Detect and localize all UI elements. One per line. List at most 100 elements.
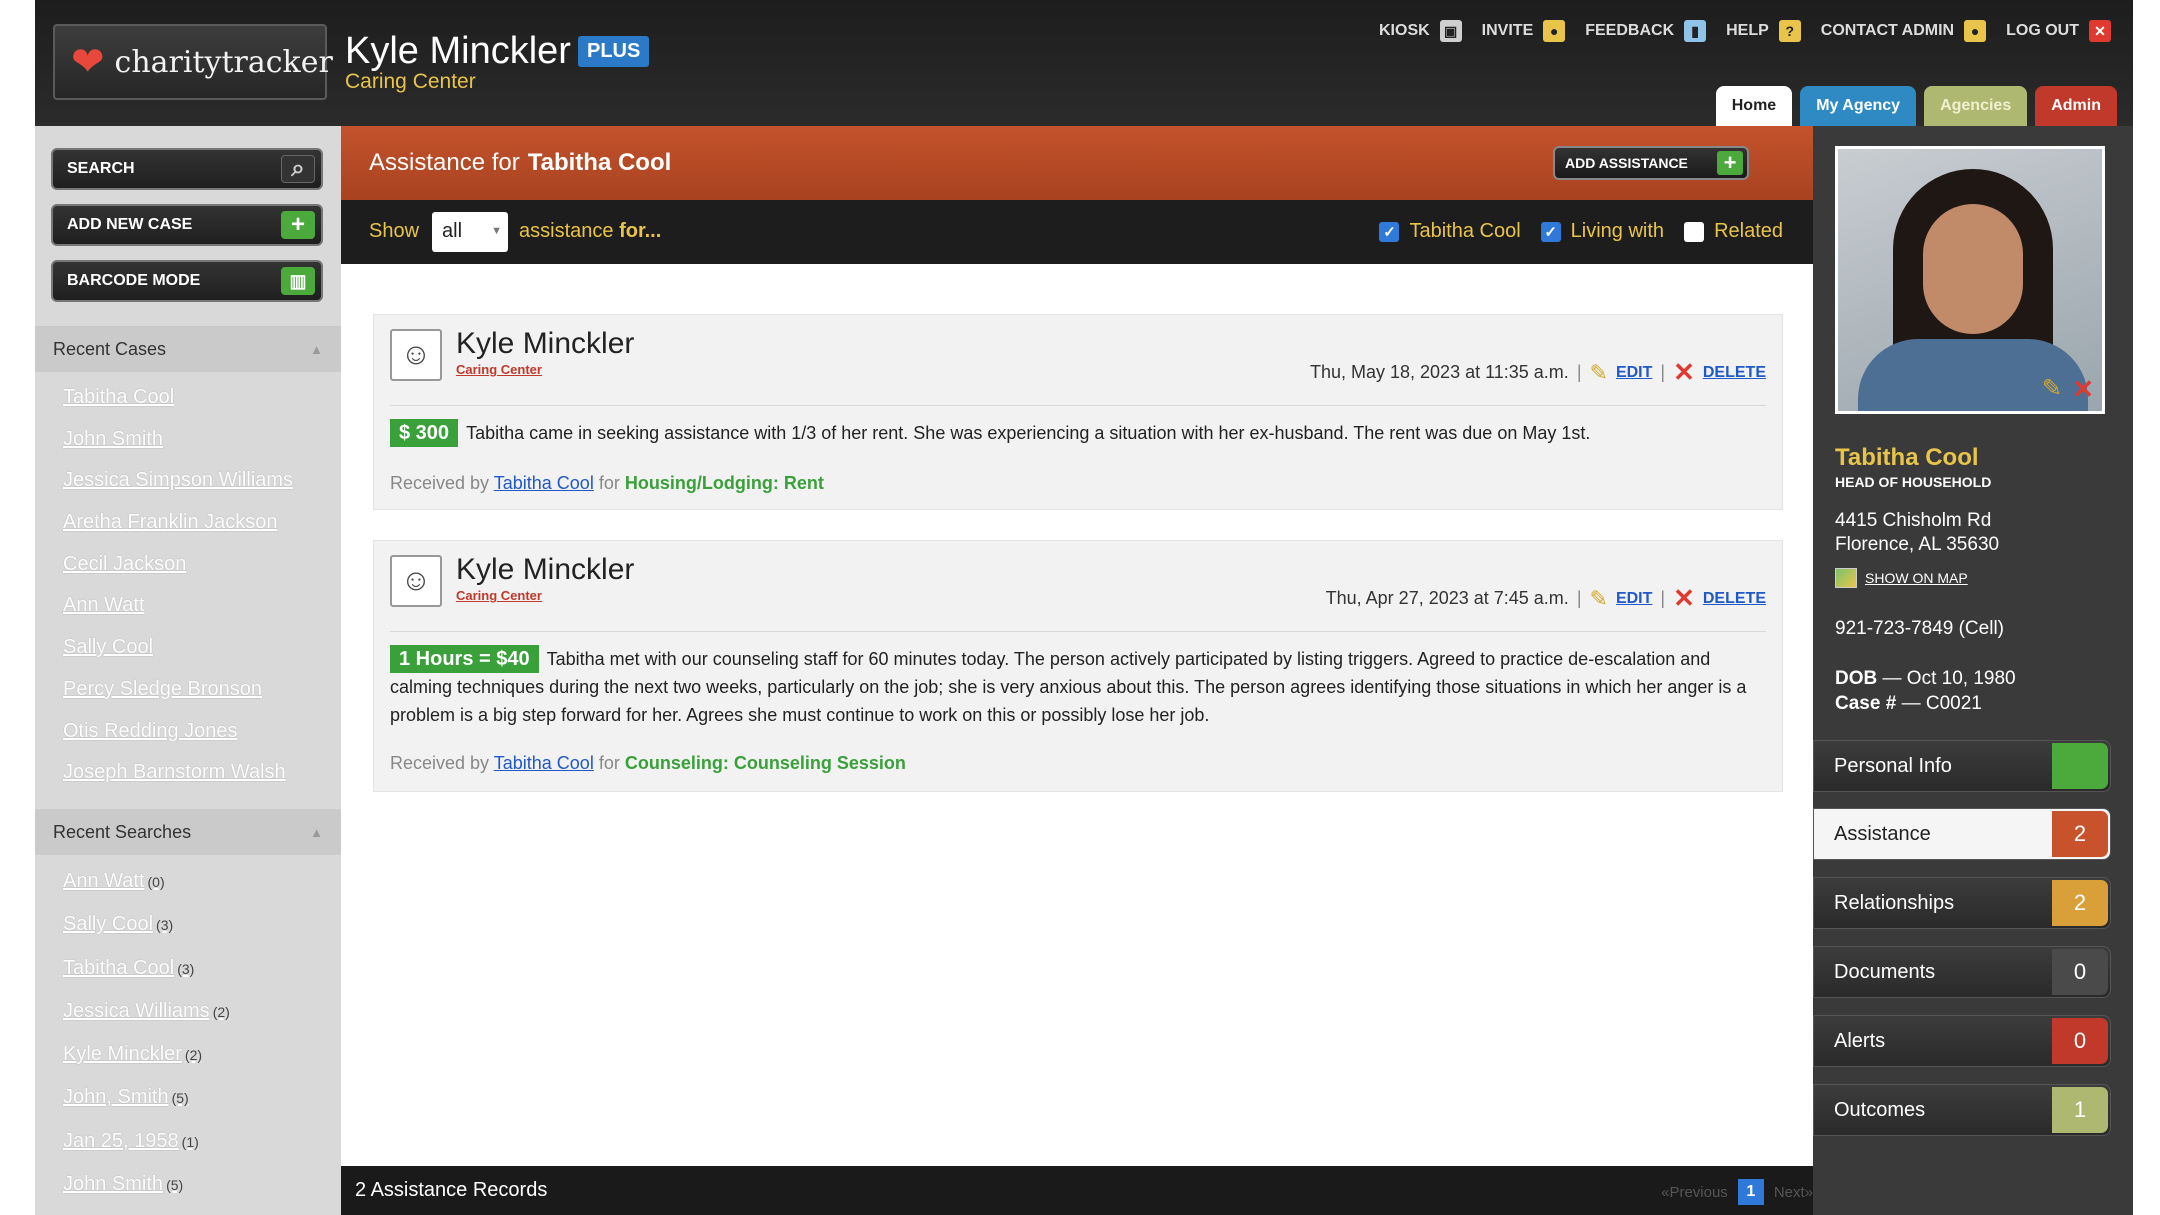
recipient-link[interactable]: Tabitha Cool — [494, 473, 594, 493]
recent-search-item[interactable]: Kyle Minckler (2) — [63, 1033, 230, 1076]
recent-case-item[interactable]: Percy Sledge Bronson — [63, 669, 293, 711]
delete-x-icon[interactable]: ✕ — [1673, 583, 1695, 614]
received-for: for — [598, 753, 620, 773]
record-description: 1 Hours = $40 Tabitha met with our counse… — [390, 645, 1766, 729]
charitytracker-logo[interactable]: ❤ charitytracker — [53, 24, 333, 100]
person-icon: ● — [1964, 20, 1987, 42]
nav-documents[interactable]: Documents 0 — [1813, 946, 2111, 998]
check-related[interactable]: Related — [1684, 220, 1783, 243]
checkbox-checked-icon[interactable]: ✓ — [1540, 221, 1561, 242]
previous-page-link[interactable]: «Previous — [1661, 1184, 1728, 1201]
nav-label: Relationships — [1834, 891, 1955, 914]
pencil-icon[interactable]: ✎ — [2042, 374, 2062, 403]
delete-x-icon[interactable]: ✕ — [1673, 357, 1695, 388]
amount-badge: $ 300 — [390, 419, 459, 447]
tab-admin[interactable]: Admin — [2035, 86, 2117, 126]
kiosk-link[interactable]: KIOSK ▣ — [1379, 20, 1462, 42]
received-for: for — [598, 473, 620, 493]
client-photo: ✎ ✕ — [1835, 146, 2105, 414]
next-page-link[interactable]: Next» — [1774, 1184, 1813, 1201]
recent-search-item[interactable]: John, Smith (5) — [63, 1076, 230, 1119]
recent-search-item[interactable]: Ann Watt (0) — [63, 860, 230, 903]
sidebar: SEARCH ⌕ ADD NEW CASE + BARCODE MODE ▥ R… — [35, 126, 341, 1215]
recent-case-item[interactable]: Sally Cool — [63, 627, 293, 669]
delete-link[interactable]: DELETE — [1703, 364, 1766, 382]
show-on-map-link[interactable]: SHOW ON MAP — [1835, 568, 1968, 588]
invite-link[interactable]: INVITE ● — [1482, 20, 1566, 42]
kiosk-icon: ▣ — [1439, 20, 1462, 42]
recent-case-item[interactable]: Joseph Barnstorm Walsh — [63, 752, 293, 794]
edit-link[interactable]: EDIT — [1616, 590, 1652, 608]
search-button[interactable]: SEARCH ⌕ — [51, 148, 323, 190]
recent-case-item[interactable]: Tabitha Cool — [63, 377, 293, 419]
nav-outcomes[interactable]: Outcomes 1 — [1813, 1084, 2111, 1136]
recent-case-item[interactable]: Jessica Simpson Williams — [63, 460, 293, 502]
record-center-link[interactable]: Caring Center — [456, 362, 542, 377]
logout-link[interactable]: LOG OUT ✕ — [2006, 20, 2111, 42]
nav-assistance[interactable]: Assistance 2 — [1813, 808, 2111, 860]
nav-count-badge: 2 — [2052, 811, 2108, 857]
recent-case-item[interactable]: Aretha Franklin Jackson — [63, 502, 293, 544]
recent-case-item[interactable]: Cecil Jackson — [63, 544, 293, 586]
pencil-icon[interactable]: ✎ — [1590, 586, 1608, 612]
nav-label: Alerts — [1834, 1029, 1886, 1052]
close-icon[interactable]: ✕ — [2072, 374, 2094, 405]
record-text: Tabitha came in seeking assistance with … — [466, 423, 1591, 443]
recent-cases-header[interactable]: Recent Cases ▲ — [35, 326, 341, 372]
received-line: Received by Tabitha Cool for Housing/Lod… — [390, 473, 824, 494]
records-count: 2 Assistance Records — [355, 1179, 548, 1201]
add-new-case-button[interactable]: ADD NEW CASE + — [51, 204, 323, 246]
feedback-link[interactable]: FEEDBACK ▮ — [1585, 20, 1707, 42]
recent-search-item[interactable]: Jan 25, 1958 (1) — [63, 1120, 230, 1163]
search-term: John, Smith — [63, 1086, 169, 1109]
search-term: Tabitha Cool — [63, 956, 175, 979]
nav-personal-info[interactable]: Personal Info — [1813, 740, 2111, 792]
record-description: $ 300 Tabitha came in seeking assistance … — [390, 419, 1766, 447]
client-case-number: Case # — C0021 — [1835, 693, 1982, 715]
header: ❤ charitytracker Kyle Minckler PLUS Cari… — [35, 0, 2133, 126]
feedback-icon: ▮ — [1684, 20, 1707, 42]
collapse-icon: ▲ — [310, 825, 323, 840]
logo-text: charitytracker — [114, 44, 333, 80]
kiosk-label: KIOSK — [1379, 22, 1430, 39]
recent-search-item[interactable]: John Smith (5) — [63, 1163, 230, 1206]
assistance-for-label: assistance for... — [519, 220, 661, 243]
barcode-mode-button[interactable]: BARCODE MODE ▥ — [51, 260, 323, 302]
tab-my-agency[interactable]: My Agency — [1800, 86, 1917, 126]
recent-search-item[interactable]: Sally Cool (3) — [63, 903, 230, 946]
tab-home[interactable]: Home — [1715, 86, 1793, 126]
search-count: (5) — [166, 1177, 184, 1194]
checkbox-empty-icon[interactable] — [1684, 221, 1705, 242]
search-count: (2) — [212, 1003, 230, 1020]
plan-badge: PLUS — [578, 36, 650, 67]
recent-case-item[interactable]: John Smith — [63, 419, 293, 461]
recent-case-item[interactable]: Otis Redding Jones — [63, 711, 293, 753]
main-panel: Assistance for Tabitha Cool ADD ASSISTAN… — [341, 126, 1813, 1215]
map-icon — [1835, 568, 1857, 588]
record-center-link[interactable]: Caring Center — [456, 588, 542, 603]
photo-face — [1923, 204, 2023, 334]
nav-alerts[interactable]: Alerts 0 — [1813, 1015, 2111, 1067]
pencil-icon[interactable]: ✎ — [1590, 360, 1608, 386]
check-living-with[interactable]: ✓ Living with — [1540, 220, 1664, 243]
recent-search-item[interactable]: Tabitha Cool (3) — [63, 947, 230, 990]
tab-agencies[interactable]: Agencies — [1924, 86, 2028, 126]
checkbox-checked-icon[interactable]: ✓ — [1379, 221, 1400, 242]
dob-label: DOB — [1835, 668, 1878, 689]
edit-link[interactable]: EDIT — [1616, 364, 1652, 382]
check-tabitha[interactable]: ✓ Tabitha Cool — [1379, 220, 1521, 243]
divider: | — [1576, 362, 1582, 382]
recent-searches-header[interactable]: Recent Searches ▲ — [35, 809, 341, 855]
help-link[interactable]: HELP? — [1726, 20, 1801, 42]
contact-admin-link[interactable]: CONTACT ADMIN ● — [1821, 20, 1987, 42]
recent-search-item[interactable]: Jessica Williams (2) — [63, 990, 230, 1033]
search-icon: ⌕ — [281, 155, 315, 183]
delete-link[interactable]: DELETE — [1703, 590, 1766, 608]
nav-relationships[interactable]: Relationships 2 — [1813, 877, 2111, 929]
recent-case-item[interactable]: Ann Watt — [63, 585, 293, 627]
show-select[interactable]: all ▼ — [432, 212, 508, 252]
barcode-label: BARCODE MODE — [67, 272, 201, 289]
recipient-link[interactable]: Tabitha Cool — [494, 753, 594, 773]
current-page[interactable]: 1 — [1737, 1179, 1764, 1205]
add-assistance-button[interactable]: ADD ASSISTANCE + — [1553, 146, 1749, 180]
